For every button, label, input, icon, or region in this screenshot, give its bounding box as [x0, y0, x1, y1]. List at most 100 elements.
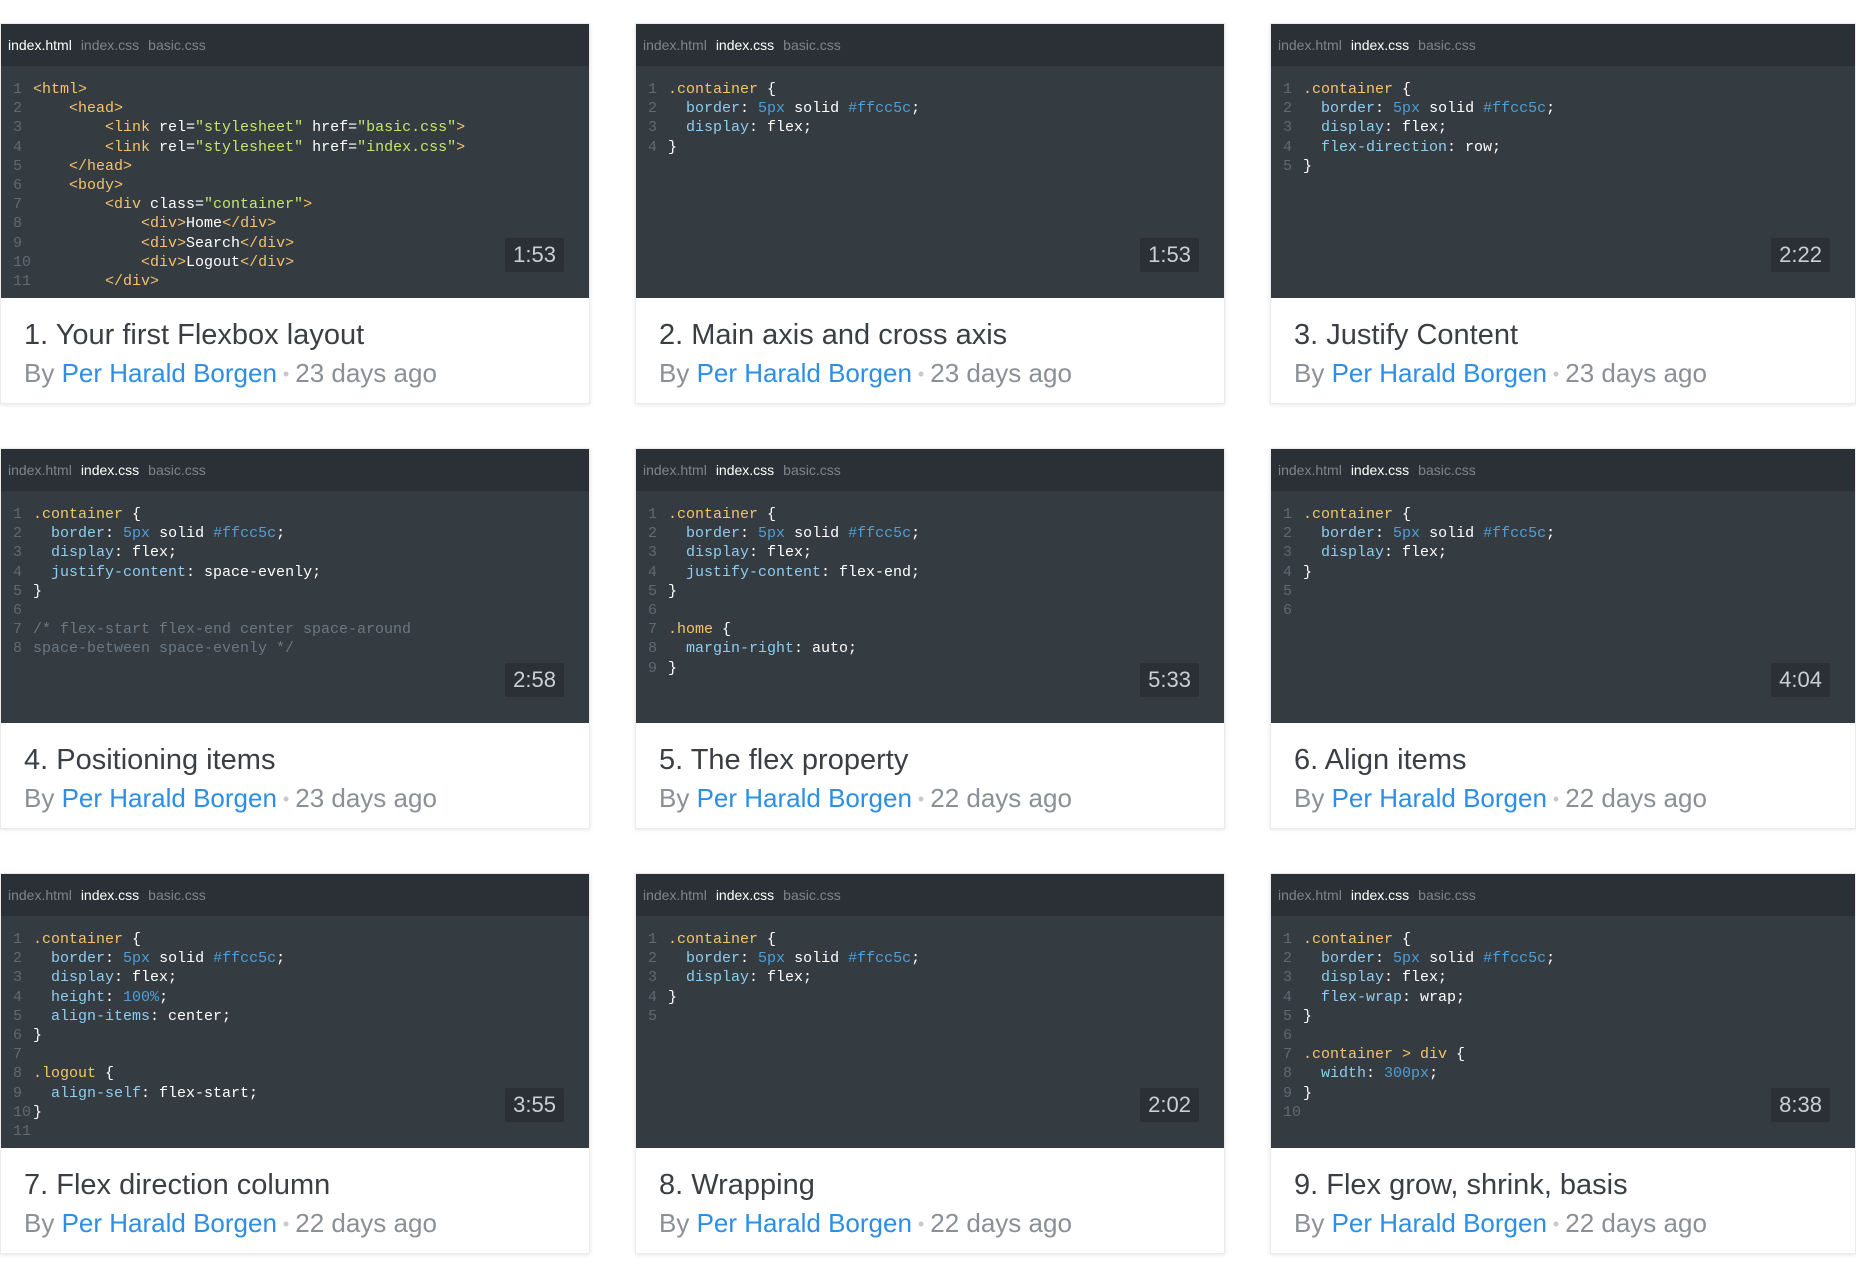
file-tab[interactable]: basic.css — [783, 37, 841, 53]
code-token: ; — [1546, 100, 1556, 118]
code-token: .container — [1303, 81, 1394, 98]
file-tab[interactable]: index.html — [643, 887, 707, 903]
lesson-title[interactable]: 7. Flex direction column — [24, 1169, 589, 1202]
code-token: 5px — [758, 100, 786, 118]
code-token: : flex; — [114, 544, 178, 562]
file-tab[interactable]: index.css — [81, 887, 139, 903]
code-token: solid — [150, 950, 214, 968]
code-token: <div> — [141, 253, 187, 271]
code-token: border — [51, 950, 106, 968]
author-link[interactable]: Per Harald Borgen — [1332, 783, 1547, 813]
file-tab[interactable]: index.css — [716, 462, 774, 478]
code-token: > — [303, 196, 313, 214]
file-tab[interactable]: index.css — [81, 462, 139, 478]
lesson-card[interactable]: index.html index.css basic.css 1 .container … — [635, 873, 1225, 1254]
video-thumbnail[interactable]: index.html index.css basic.css 1 .container … — [1, 449, 589, 723]
file-tab[interactable]: index.html — [1278, 462, 1342, 478]
video-thumbnail[interactable]: index.html index.css basic.css 1 <html> 2 <he… — [1, 24, 589, 298]
code-line: 8 <div>Home</div> — [1, 214, 589, 233]
file-tab[interactable]: index.html — [1278, 37, 1342, 53]
code-token: { — [96, 1065, 115, 1083]
lesson-title[interactable]: 5. The flex property — [659, 744, 1224, 777]
file-tab[interactable]: basic.css — [148, 37, 206, 53]
code-line: 3 display: flex; — [636, 543, 1224, 562]
author-link[interactable]: Per Harald Borgen — [1332, 1208, 1547, 1238]
file-tab[interactable]: index.css — [716, 37, 774, 53]
file-tab[interactable]: basic.css — [148, 887, 206, 903]
file-tab[interactable]: basic.css — [148, 462, 206, 478]
file-tab[interactable]: basic.css — [1418, 462, 1476, 478]
lesson-title[interactable]: 8. Wrapping — [659, 1169, 1224, 1202]
file-tab[interactable]: index.html — [643, 462, 707, 478]
file-tabs: index.html index.css basic.css — [1271, 449, 1855, 491]
line-number: 11 — [13, 272, 32, 290]
video-thumbnail[interactable]: index.html index.css basic.css 1 .container … — [1, 874, 589, 1148]
file-tab[interactable]: index.css — [1351, 887, 1409, 903]
author-link[interactable]: Per Harald Borgen — [697, 358, 912, 388]
code-token: display — [1321, 969, 1385, 987]
code-line: 8 width: 300px; — [1271, 1064, 1855, 1083]
code-token: height — [51, 988, 106, 1006]
video-thumbnail[interactable]: index.html index.css basic.css 1 .container … — [636, 449, 1224, 723]
lesson-card[interactable]: index.html index.css basic.css 1 .container … — [0, 873, 590, 1254]
lesson-title[interactable]: 4. Positioning items — [24, 744, 589, 777]
code-line: 7 .home { — [636, 620, 1224, 639]
video-thumbnail[interactable]: index.html index.css basic.css 1 .container … — [636, 874, 1224, 1148]
lesson-title[interactable]: 6. Align items — [1294, 744, 1855, 777]
code-token: { — [758, 931, 777, 948]
lesson-card[interactable]: index.html index.css basic.css 1 .container … — [0, 448, 590, 829]
lesson-title[interactable]: 1. Your first Flexbox layout — [24, 319, 589, 352]
file-tab[interactable]: basic.css — [783, 462, 841, 478]
video-thumbnail[interactable]: index.html index.css basic.css 1 .container … — [1271, 874, 1855, 1148]
byline: By Per Harald Borgen • 23 days ago — [659, 358, 1224, 389]
code-token: align-self — [51, 1084, 142, 1102]
video-thumbnail[interactable]: index.html index.css basic.css 1 .container … — [1271, 449, 1855, 723]
file-tab[interactable]: index.html — [8, 887, 72, 903]
code-token: : space-evenly; — [186, 563, 322, 581]
file-tab[interactable]: index.html — [1278, 887, 1342, 903]
lesson-card[interactable]: index.html index.css basic.css 1 .container … — [1270, 448, 1856, 829]
lesson-title[interactable]: 3. Justify Content — [1294, 319, 1855, 352]
code-token: : flex; — [749, 544, 813, 562]
lesson-title[interactable]: 2. Main axis and cross axis — [659, 319, 1224, 352]
file-tab[interactable]: basic.css — [1418, 887, 1476, 903]
file-tab[interactable]: index.css — [716, 887, 774, 903]
author-link[interactable]: Per Harald Borgen — [62, 783, 277, 813]
file-tab[interactable]: index.html — [643, 37, 707, 53]
line-number: 4 — [1283, 563, 1293, 581]
author-link[interactable]: Per Harald Borgen — [62, 1208, 277, 1238]
lesson-card[interactable]: index.html index.css basic.css 1 .container … — [1270, 23, 1856, 404]
code-line: 5 — [1271, 582, 1855, 601]
author-link[interactable]: Per Harald Borgen — [62, 358, 277, 388]
code-token: } — [1303, 1084, 1313, 1102]
byline: By Per Harald Borgen • 22 days ago — [1294, 783, 1855, 814]
lesson-card[interactable]: index.html index.css basic.css 1 .container … — [1270, 873, 1856, 1254]
line-number: 1 — [13, 81, 23, 98]
author-link[interactable]: Per Harald Borgen — [697, 1208, 912, 1238]
code-line: 5 align-items: center; — [1, 1007, 589, 1026]
separator-dot-icon: • — [282, 789, 290, 809]
lesson-card[interactable]: index.html index.css basic.css 1 .container … — [635, 23, 1225, 404]
lesson-card[interactable]: index.html index.css basic.css 1 <html> 2 <he… — [0, 23, 590, 404]
lesson-title[interactable]: 9. Flex grow, shrink, basis — [1294, 1169, 1855, 1202]
video-thumbnail[interactable]: index.html index.css basic.css 1 .container … — [1271, 24, 1855, 298]
file-tab[interactable]: index.css — [1351, 37, 1409, 53]
code-token: { — [1393, 931, 1412, 948]
line-number: 9 — [13, 1084, 23, 1102]
file-tab[interactable]: index.css — [81, 37, 139, 53]
code-token: { — [123, 506, 142, 523]
lesson-card[interactable]: index.html index.css basic.css 1 .container … — [635, 448, 1225, 829]
code-token: ; — [276, 525, 286, 543]
file-tab[interactable]: index.html — [8, 462, 72, 478]
file-tab[interactable]: basic.css — [783, 887, 841, 903]
file-tab[interactable]: basic.css — [1418, 37, 1476, 53]
author-link[interactable]: Per Harald Borgen — [697, 783, 912, 813]
file-tab[interactable]: index.html — [8, 37, 72, 53]
video-thumbnail[interactable]: index.html index.css basic.css 1 .container … — [636, 24, 1224, 298]
author-link[interactable]: Per Harald Borgen — [1332, 358, 1547, 388]
file-tab[interactable]: index.css — [1351, 462, 1409, 478]
line-number: 2 — [648, 950, 658, 968]
